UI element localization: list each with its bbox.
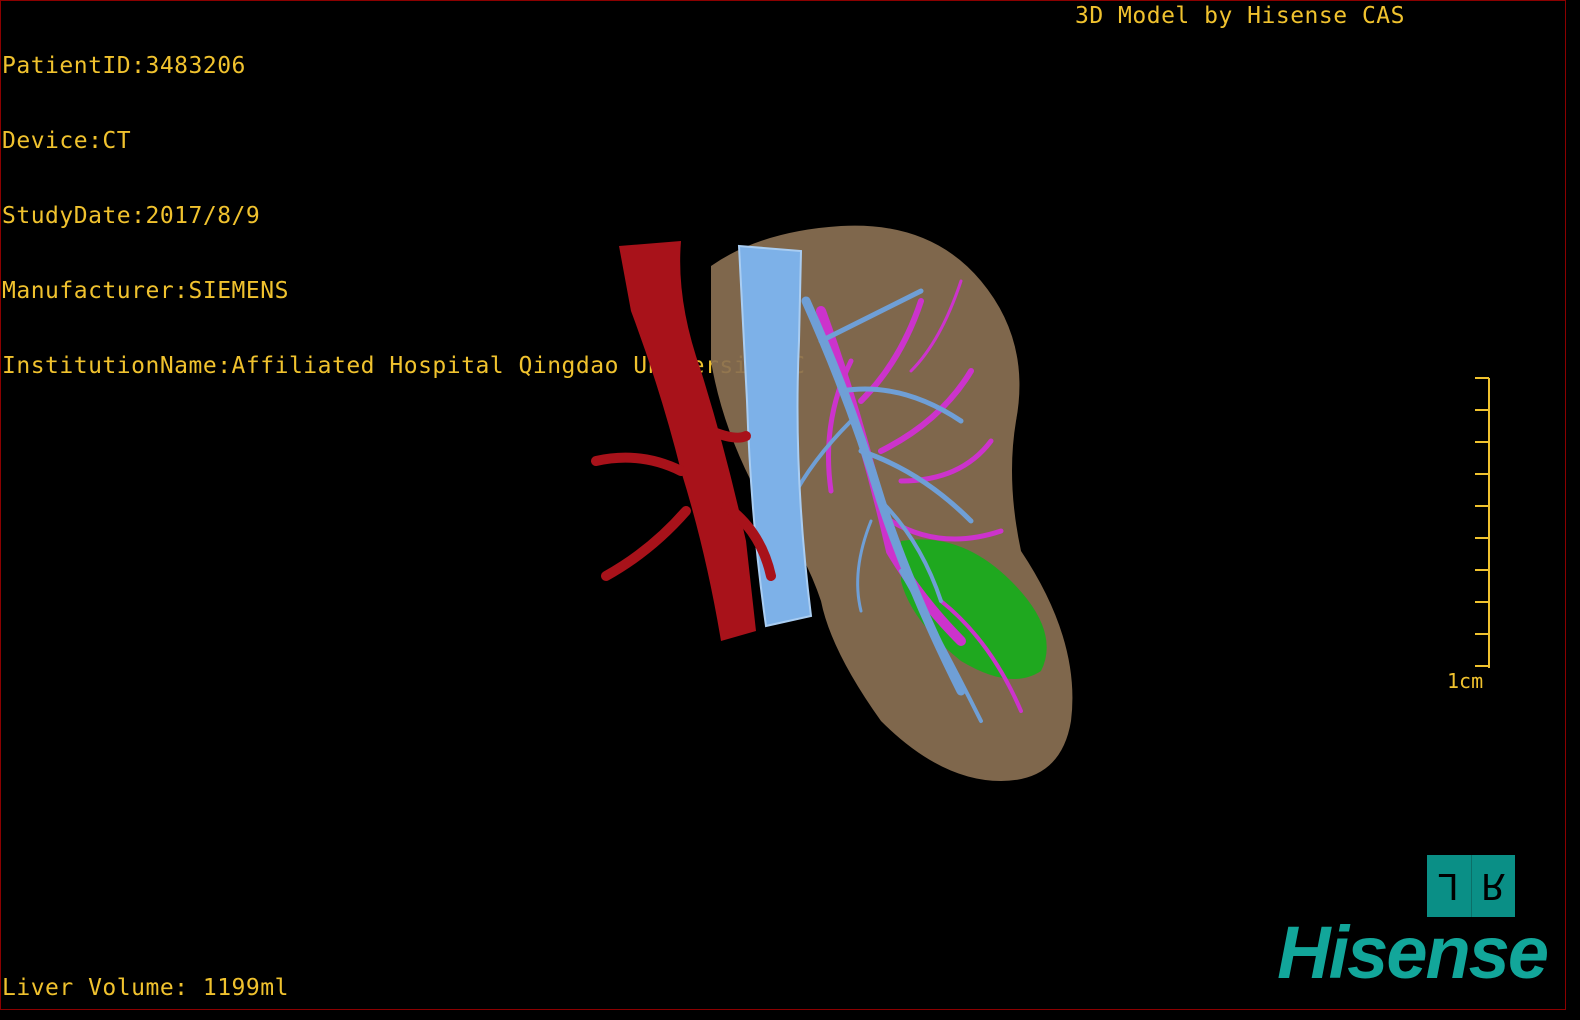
orientation-right-label: R xyxy=(1470,855,1515,917)
patient-id: PatientID:3483206 xyxy=(2,53,246,79)
scale-label: 1cm xyxy=(1447,669,1484,693)
orientation-cube[interactable]: L R xyxy=(1427,855,1515,917)
device: Device:CT xyxy=(2,128,132,154)
scale-bar xyxy=(1475,377,1490,668)
liver-volume: Liver Volume: 1199ml xyxy=(2,975,289,1001)
hisense-logo: Hisense xyxy=(1277,911,1549,994)
orientation-left-label: L xyxy=(1438,865,1459,907)
liver-3d-model[interactable] xyxy=(561,221,1101,801)
3d-viewport[interactable]: PatientID:3483206 Device:CT StudyDate:20… xyxy=(0,0,1566,1010)
model-credit: 3D Model by Hisense CAS xyxy=(1075,3,1405,29)
